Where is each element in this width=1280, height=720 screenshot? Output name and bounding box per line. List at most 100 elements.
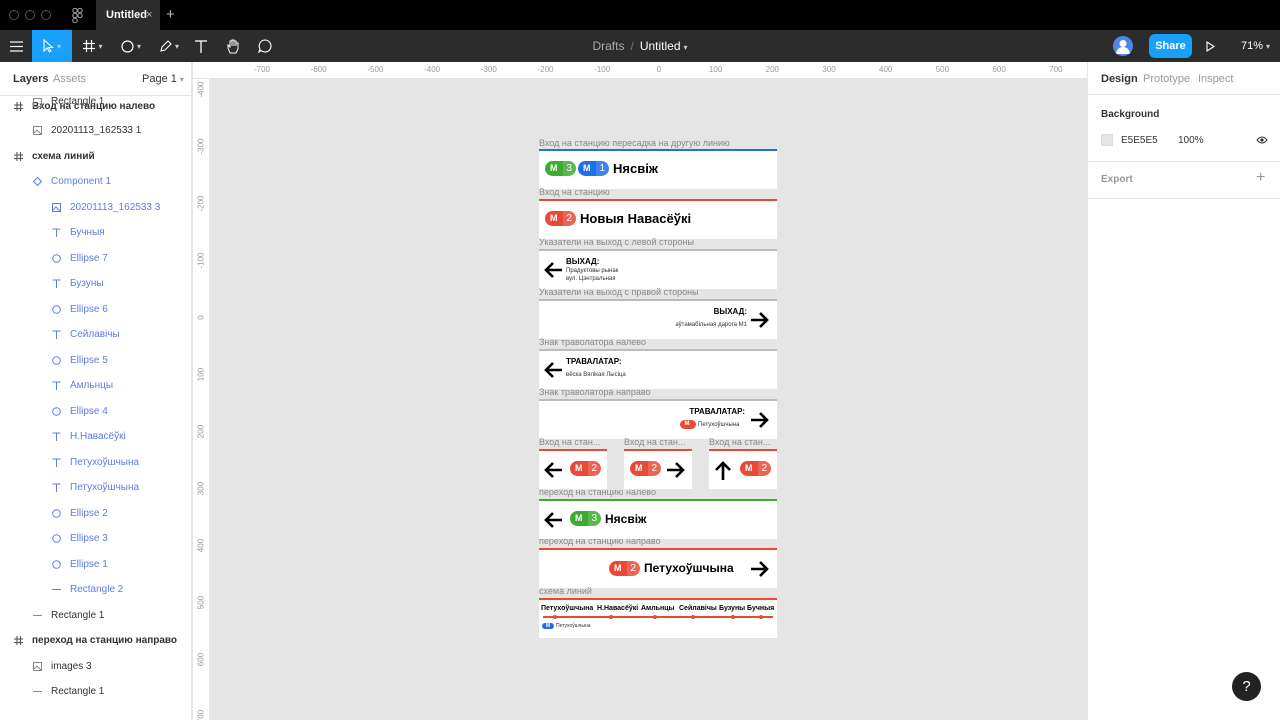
layer-row[interactable]: Н.Навасёўкі [0, 424, 191, 449]
frame-travelator-right[interactable]: ТРАВАЛАТАР: M Петухоўшчына [539, 399, 777, 439]
frame-title-exit-left[interactable]: Указатели на выход с левой стороны [539, 237, 779, 247]
layer-row[interactable]: 20201113_162533 3 [0, 195, 191, 220]
layer-row[interactable]: Петухоўшчына [0, 450, 191, 475]
frame-title-exit-right[interactable]: Указатели на выход с правой стороны [539, 287, 779, 297]
line-number: 3 [562, 161, 576, 176]
window-zoom-dot[interactable] [41, 10, 51, 20]
frame-title-travelator-right[interactable]: Знак траволатора направо [539, 387, 779, 397]
line-number: 2 [562, 211, 576, 226]
arrow-left-icon [544, 512, 562, 528]
share-button[interactable]: Share [1149, 34, 1192, 58]
frame-title-travelator-left[interactable]: Знак траволатора налево [539, 337, 779, 347]
window-close-dot[interactable] [9, 10, 19, 20]
window-minimize-dot[interactable] [25, 10, 35, 20]
ruler-tick-label: -500 [367, 65, 384, 74]
user-avatar[interactable] [1113, 36, 1133, 56]
travelator-title: ТРАВАЛАТАР: [566, 357, 622, 366]
export-add-button[interactable]: + [1256, 169, 1265, 187]
help-button[interactable]: ? [1232, 672, 1261, 701]
ruler-tick-label: 500 [935, 65, 950, 74]
frame-title-entrance-small[interactable]: Вход на стан... [539, 437, 607, 447]
frame-transfer-entrance[interactable]: M3 M1 Нясвіж [539, 149, 777, 189]
line-1-badge: M1 [578, 161, 609, 176]
breadcrumb-drafts[interactable]: Drafts [592, 39, 624, 53]
frame-title-entrance-small[interactable]: Вход на стан... [624, 437, 692, 447]
line-2-badge: M2 [609, 561, 640, 576]
layer-row[interactable]: Ellipse 4 [0, 399, 191, 424]
tab-prototype[interactable]: Prototype [1143, 73, 1190, 85]
zoom-dropdown[interactable]: 71% ▾ [1241, 30, 1270, 62]
frame-title-transfer-left[interactable]: переход на станцию налево [539, 487, 779, 497]
line-2-badge: M2 [570, 461, 601, 476]
text-t-icon [52, 381, 61, 390]
layer-row[interactable]: Амльнцы [0, 373, 191, 398]
layer-row[interactable]: Rectangle 2 [0, 577, 191, 602]
frame-transfer-right[interactable]: M2 Петухоўшчына [539, 548, 777, 588]
frame-title-transfer-right[interactable]: переход на станцию направо [539, 536, 779, 546]
tab-close-icon[interactable]: × [146, 0, 152, 30]
layer-row[interactable]: Ellipse 2 [0, 501, 191, 526]
chevron-down-icon[interactable]: ▾ [684, 43, 688, 52]
layer-row[interactable]: Бучныя [0, 220, 191, 245]
background-color-swatch[interactable] [1101, 134, 1113, 146]
layer-row[interactable]: Петухоўшчына [0, 475, 191, 500]
layer-row[interactable]: images 3 [0, 654, 191, 679]
layer-row[interactable]: Rectangle 1 [0, 603, 191, 628]
layer-label: Бузуны [70, 278, 104, 289]
layer-row[interactable]: Ellipse 6 [0, 297, 191, 322]
frame-exit-right[interactable]: ВЫХАД: аўтамабільная дарога М1 [539, 299, 777, 339]
ruler-tick-label: -300 [480, 65, 497, 74]
tab-design[interactable]: Design [1101, 73, 1138, 85]
new-tab-icon[interactable]: + [166, 0, 175, 30]
layer-row[interactable]: Rectangle 1 [0, 679, 191, 704]
line-icon [33, 691, 42, 692]
layer-row[interactable]: Component 1 [0, 169, 191, 194]
breadcrumb-file-name[interactable]: Untitled [640, 39, 681, 53]
ruler-tick-label: -100 [594, 65, 611, 74]
image-icon [33, 661, 42, 671]
frame-title-line-scheme[interactable]: схема линий [539, 586, 779, 596]
ruler-tick-label: -300 [196, 138, 206, 155]
frame-title-transfer-entrance[interactable]: Вход на станцию пересадка на другую лини… [539, 138, 779, 148]
layer-row[interactable]: Ellipse 5 [0, 348, 191, 373]
frame-travelator-left[interactable]: ТРАВАЛАТАР: вёска Вялікая Лысіца [539, 349, 777, 389]
layer-row[interactable]: Rectangle 1 [0, 96, 191, 109]
frame-entrance-up-small[interactable]: M2 [709, 449, 777, 489]
file-tab-title: Untitled [106, 9, 147, 21]
layer-row[interactable]: Ellipse 7 [0, 246, 191, 271]
layer-row[interactable]: переход на станцию направо [0, 628, 191, 653]
page-selector[interactable]: Page 1 ▾ [142, 73, 184, 85]
line-3-badge: M3 [545, 161, 576, 176]
layer-label: Component 1 [51, 176, 112, 187]
scheme-station-label: Петухоўшчына [541, 605, 594, 612]
frame-title-entrance[interactable]: Вход на станцию [539, 187, 779, 197]
layer-row[interactable]: схема линий [0, 144, 191, 169]
layer-row[interactable]: Ellipse 3 [0, 526, 191, 551]
layer-row[interactable]: Бузуны [0, 271, 191, 296]
layer-row[interactable]: 20201113_162533 1 [0, 118, 191, 143]
layer-label: Ellipse 3 [70, 533, 108, 544]
figma-logo-icon[interactable] [72, 8, 83, 23]
eye-visibility-icon[interactable] [1256, 135, 1268, 145]
present-button[interactable] [1206, 30, 1222, 62]
tab-inspect[interactable]: Inspect [1198, 73, 1233, 85]
tab-layers[interactable]: Layers [13, 73, 48, 85]
tab-assets[interactable]: Assets [53, 73, 86, 85]
text-t-icon [52, 228, 61, 237]
frame-entrance-left-small[interactable]: M2 [539, 449, 607, 489]
scheme-station-label: Н.Навасёўкі [597, 605, 639, 612]
background-hex-input[interactable]: E5E5E5 [1121, 135, 1158, 146]
text-t-icon [52, 330, 61, 339]
layer-row[interactable]: Сейлавічы [0, 322, 191, 347]
frame-exit-left[interactable]: ВЫХАД: Прадуктовы рынак вул. Цэнтральная [539, 249, 777, 289]
frame-entrance-right-small[interactable]: M2 [624, 449, 692, 489]
design-canvas[interactable]: Вход на станцию пересадка на другую лини… [210, 79, 1087, 720]
background-opacity-input[interactable]: 100% [1178, 135, 1204, 146]
frame-transfer-left[interactable]: M3 Нясвіж [539, 499, 777, 539]
frame-line-scheme[interactable]: Петухоўшчына Н.Навасёўкі Амльнцы Сейлавічы Б… [539, 598, 777, 638]
layer-row[interactable]: Ellipse 1 [0, 552, 191, 577]
layer-label: Rectangle 1 [51, 609, 105, 621]
frame-title-entrance-small[interactable]: Вход на стан... [709, 437, 777, 447]
scheme-station-label: Амльнцы [641, 605, 675, 612]
frame-entrance[interactable]: M2 Новыя Навасёўкі [539, 199, 777, 239]
